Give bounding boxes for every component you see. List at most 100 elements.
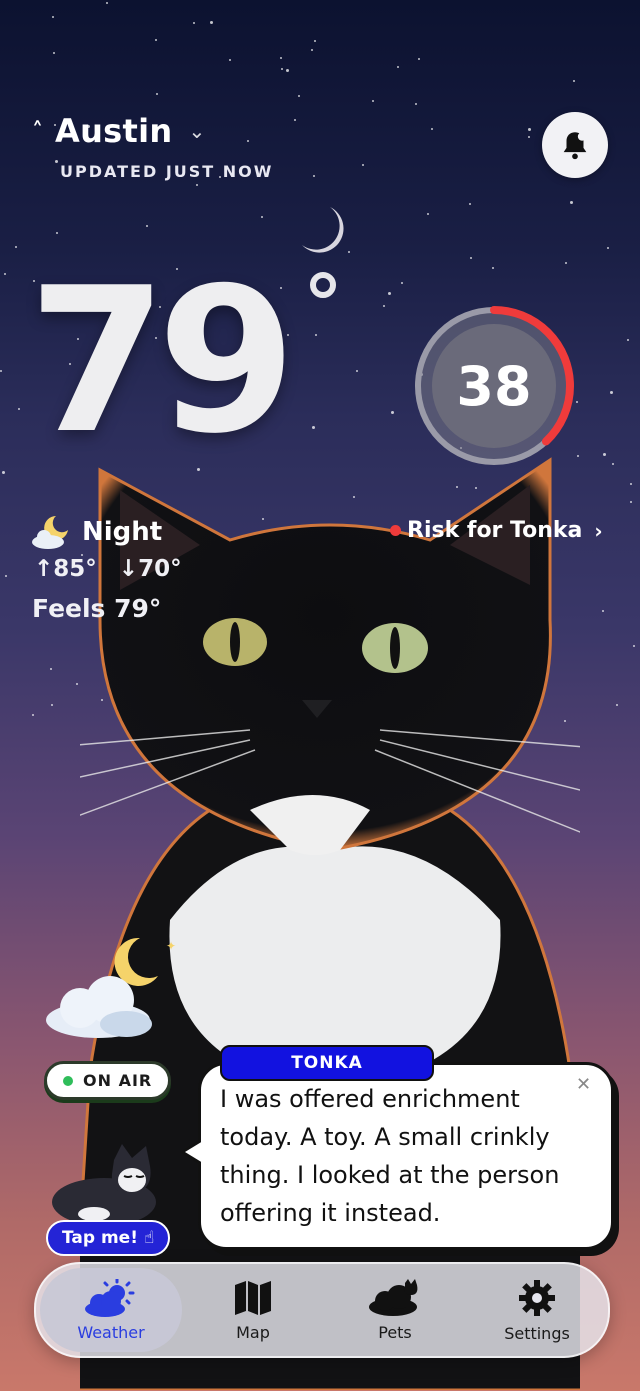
star bbox=[228, 58, 231, 61]
star bbox=[280, 67, 283, 70]
star bbox=[572, 79, 575, 82]
sleeping-cat-mascot[interactable] bbox=[44, 1140, 174, 1230]
low-temp: ↓70° bbox=[118, 556, 182, 582]
tab-map-label: Map bbox=[236, 1322, 270, 1342]
star bbox=[286, 68, 290, 72]
location-selector[interactable]: ˄ Austin ⌄ bbox=[32, 112, 205, 150]
star bbox=[310, 48, 313, 51]
star bbox=[528, 135, 531, 138]
star bbox=[49, 667, 52, 670]
star bbox=[155, 38, 157, 41]
star bbox=[415, 103, 418, 106]
current-temperature: 79 bbox=[28, 245, 296, 478]
star bbox=[146, 224, 149, 227]
bell-alert-icon bbox=[563, 132, 587, 160]
star bbox=[396, 65, 399, 68]
star bbox=[4, 273, 7, 276]
star bbox=[210, 20, 214, 24]
star bbox=[31, 713, 34, 716]
risk-dot-icon bbox=[390, 525, 401, 536]
cloud-sun-icon bbox=[85, 1278, 135, 1317]
star bbox=[311, 426, 315, 430]
tab-pets[interactable]: Pets bbox=[324, 1268, 466, 1352]
hand-pointer-icon: ☝ bbox=[143, 1228, 155, 1248]
star bbox=[611, 462, 614, 465]
bubble-tail bbox=[185, 1141, 203, 1163]
star bbox=[400, 281, 403, 284]
cloud-moon-icon: ✦ bbox=[46, 937, 176, 1038]
star bbox=[315, 333, 318, 336]
star bbox=[607, 246, 610, 249]
moon-cloud-icon bbox=[32, 516, 68, 549]
tab-weather[interactable]: Weather bbox=[40, 1268, 182, 1352]
star bbox=[298, 95, 301, 98]
star bbox=[52, 15, 55, 18]
tab-bar: Weather Map Pets Settings bbox=[34, 1262, 610, 1358]
star bbox=[15, 245, 18, 248]
tab-pets-label: Pets bbox=[378, 1322, 412, 1342]
star bbox=[610, 390, 614, 394]
degree-symbol bbox=[310, 272, 336, 298]
live-dot-icon bbox=[63, 1075, 73, 1086]
risk-score: 38 bbox=[456, 354, 532, 418]
tab-settings[interactable]: Settings bbox=[466, 1268, 608, 1352]
star bbox=[427, 213, 430, 216]
navigation-arrow-icon: ˄ bbox=[32, 118, 43, 144]
star bbox=[362, 163, 365, 166]
city-name: Austin bbox=[55, 112, 173, 150]
condition-label: Night bbox=[82, 517, 163, 547]
feels-like: Feels 79° bbox=[32, 594, 162, 623]
star bbox=[629, 500, 632, 503]
alerts-button[interactable] bbox=[542, 112, 608, 178]
on-air-label: ON AIR bbox=[83, 1071, 153, 1090]
star bbox=[54, 159, 58, 163]
star bbox=[106, 2, 109, 5]
star bbox=[247, 139, 250, 142]
cloud-cat-icon bbox=[369, 1278, 418, 1316]
star bbox=[5, 574, 8, 577]
star bbox=[418, 58, 421, 61]
star bbox=[601, 609, 604, 612]
star bbox=[629, 482, 632, 485]
tab-map[interactable]: Map bbox=[182, 1268, 324, 1352]
star bbox=[76, 683, 79, 686]
star bbox=[50, 703, 53, 706]
star bbox=[372, 100, 375, 103]
star bbox=[390, 410, 394, 414]
map-icon bbox=[235, 1280, 271, 1315]
risk-link[interactable]: Risk for Tonka › bbox=[390, 518, 603, 543]
star bbox=[388, 292, 392, 296]
star bbox=[261, 216, 264, 219]
star bbox=[615, 704, 618, 707]
tap-me-button[interactable]: Tap me! ☝ bbox=[46, 1220, 171, 1256]
star bbox=[626, 338, 629, 341]
star bbox=[356, 370, 359, 373]
star bbox=[383, 305, 386, 308]
star bbox=[469, 256, 472, 259]
updated-status: UPDATED JUST NOW bbox=[60, 162, 274, 181]
star bbox=[312, 174, 315, 177]
star bbox=[632, 644, 635, 647]
star bbox=[564, 261, 567, 264]
star bbox=[18, 407, 21, 410]
star bbox=[314, 39, 317, 42]
star bbox=[491, 267, 494, 270]
star bbox=[196, 184, 199, 187]
risk-label: Risk for Tonka bbox=[407, 518, 583, 543]
star bbox=[286, 333, 289, 336]
tab-settings-label: Settings bbox=[504, 1323, 570, 1343]
star bbox=[52, 51, 55, 54]
crescent-moon-icon bbox=[302, 207, 344, 253]
star bbox=[430, 128, 433, 131]
star bbox=[2, 470, 6, 474]
on-air-badge: ON AIR bbox=[44, 1061, 172, 1100]
svg-text:✦: ✦ bbox=[166, 939, 176, 953]
condition-row: Night bbox=[30, 514, 162, 550]
tap-me-label: Tap me! bbox=[62, 1228, 138, 1248]
chevron-down-icon: ⌄ bbox=[188, 119, 206, 143]
high-temp: ↑85° bbox=[34, 556, 97, 582]
star bbox=[294, 118, 297, 121]
star bbox=[603, 452, 607, 456]
star bbox=[347, 251, 350, 254]
star bbox=[570, 200, 574, 204]
